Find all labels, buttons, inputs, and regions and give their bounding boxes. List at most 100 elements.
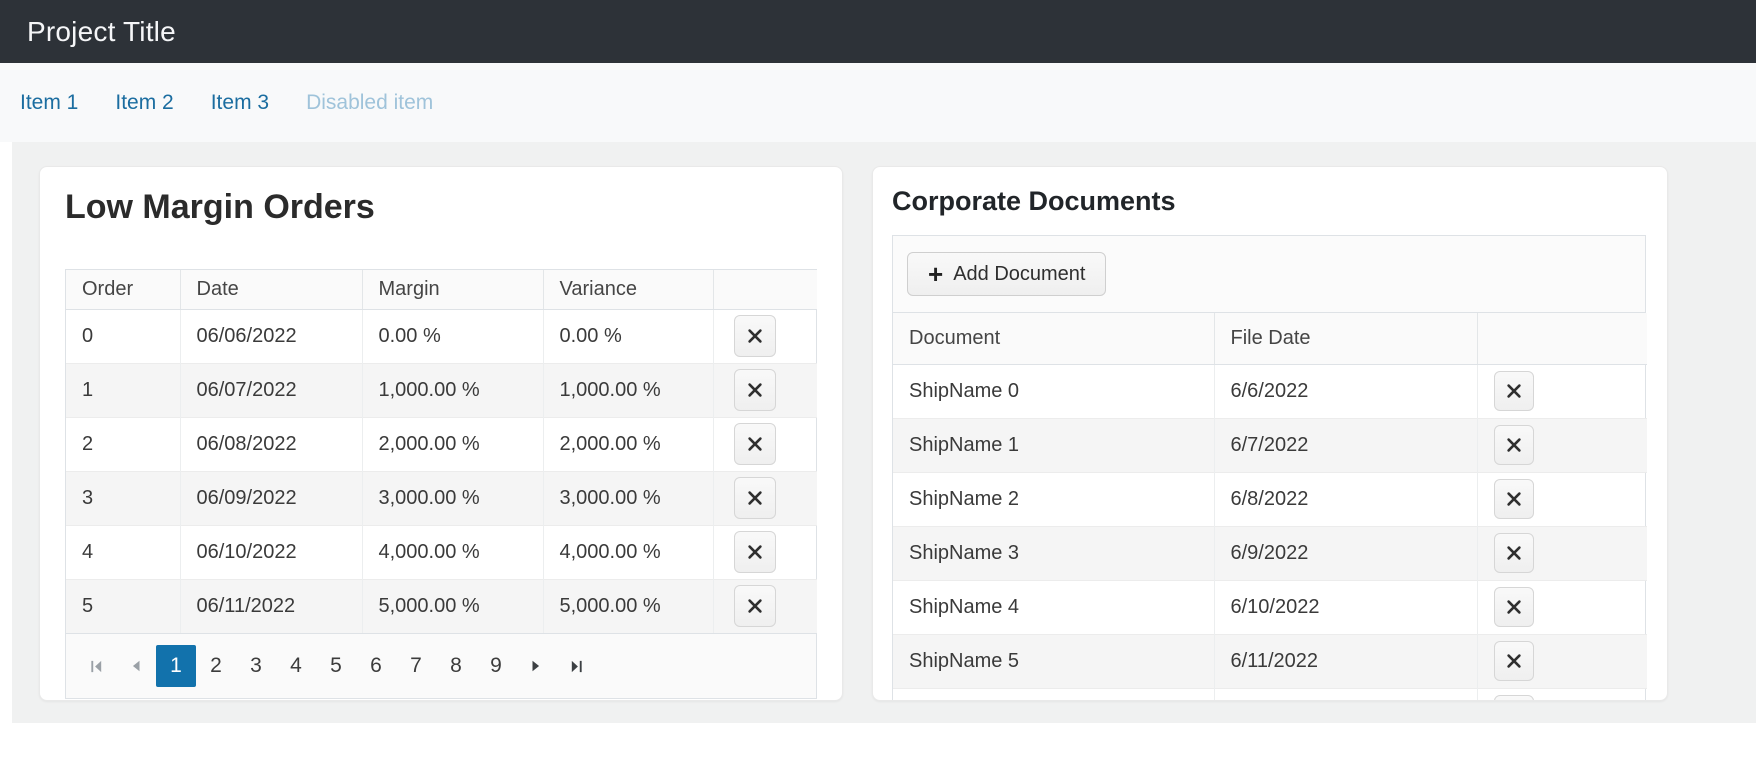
table-cell: 0 xyxy=(66,309,180,363)
add-document-button[interactable]: + Add Document xyxy=(907,252,1106,296)
orders-table-header-row: OrderDateMarginVariance xyxy=(66,270,817,309)
table-cell: 6/7/2022 xyxy=(1214,418,1477,472)
order-row: 406/10/20224,000.00 %4,000.00 % xyxy=(66,525,817,579)
x-icon xyxy=(1505,382,1523,400)
x-icon xyxy=(746,381,764,399)
table-cell: 0.00 % xyxy=(543,309,713,363)
document-row: ShipName 26/8/2022 xyxy=(893,472,1647,526)
documents-column-header-file-date: File Date xyxy=(1214,313,1477,364)
document-row: ShipName 06/6/2022 xyxy=(893,364,1647,418)
table-cell: 4 xyxy=(66,525,180,579)
table-cell: ShipName 4 xyxy=(893,580,1214,634)
last-page-icon[interactable] xyxy=(556,645,596,687)
orders-column-header-order: Order xyxy=(66,270,180,309)
nav-item-3[interactable]: Item 3 xyxy=(211,91,269,115)
x-icon xyxy=(1505,436,1523,454)
orders-pager: 123456789 xyxy=(66,633,816,698)
first-page-icon xyxy=(76,645,116,687)
table-cell: ShipName 5 xyxy=(893,634,1214,688)
delete-row-button[interactable] xyxy=(1494,641,1534,681)
nav-item-2[interactable]: Item 2 xyxy=(115,91,173,115)
delete-row-button[interactable] xyxy=(1494,695,1534,701)
next-page-icon[interactable] xyxy=(516,645,556,687)
table-cell: 1 xyxy=(66,363,180,417)
x-icon xyxy=(746,435,764,453)
orders-column-header-variance: Variance xyxy=(543,270,713,309)
table-cell: 06/07/2022 xyxy=(180,363,362,417)
documents-toolbar: + Add Document xyxy=(893,236,1645,313)
pager-page[interactable]: 8 xyxy=(436,645,476,687)
order-row: 106/07/20221,000.00 %1,000.00 % xyxy=(66,363,817,417)
pager-page[interactable]: 4 xyxy=(276,645,316,687)
table-cell: 6/9/2022 xyxy=(1214,526,1477,580)
delete-row-button[interactable] xyxy=(734,531,776,573)
table-cell: 6/10/2022 xyxy=(1214,580,1477,634)
document-row: ShipName 46/10/2022 xyxy=(893,580,1647,634)
delete-row-button[interactable] xyxy=(734,423,776,465)
orders-column-header-date: Date xyxy=(180,270,362,309)
pager-page[interactable]: 7 xyxy=(396,645,436,687)
table-cell: 3,000.00 % xyxy=(362,471,543,525)
table-cell: 6/11/2022 xyxy=(1214,634,1477,688)
row-actions-cell xyxy=(713,363,817,417)
delete-row-button[interactable] xyxy=(1494,371,1534,411)
row-actions-cell xyxy=(713,525,817,579)
table-cell: 06/10/2022 xyxy=(180,525,362,579)
pager-page[interactable]: 3 xyxy=(236,645,276,687)
delete-row-button[interactable] xyxy=(734,369,776,411)
orders-grid: OrderDateMarginVariance 006/06/2022 0.00 … xyxy=(65,269,817,699)
table-cell: ShipName 1 xyxy=(893,418,1214,472)
documents-column-header-document: Document xyxy=(893,313,1214,364)
row-actions-cell xyxy=(1477,526,1647,580)
table-cell: 6/8/2022 xyxy=(1214,472,1477,526)
orders-table: OrderDateMarginVariance 006/06/2022 0.00 … xyxy=(66,270,817,633)
delete-row-button[interactable] xyxy=(1494,425,1534,465)
low-margin-orders-card: Low Margin Orders OrderDateMarginVarianc… xyxy=(39,166,843,701)
x-icon xyxy=(746,327,764,345)
table-cell xyxy=(893,688,1214,701)
row-actions-cell xyxy=(1477,688,1647,701)
order-row: 006/06/20220.00 %0.00 % xyxy=(66,309,817,363)
nav-item-1[interactable]: Item 1 xyxy=(20,91,78,115)
document-row-partial xyxy=(893,688,1647,701)
row-actions-cell xyxy=(1477,472,1647,526)
pager-page[interactable]: 9 xyxy=(476,645,516,687)
table-cell: 1,000.00 % xyxy=(543,363,713,417)
table-cell xyxy=(1214,688,1477,701)
delete-row-button[interactable] xyxy=(734,585,776,627)
table-cell: 06/06/2022 xyxy=(180,309,362,363)
table-cell: 4,000.00 % xyxy=(362,525,543,579)
document-row: ShipName 16/7/2022 xyxy=(893,418,1647,472)
content-area: Low Margin Orders OrderDateMarginVarianc… xyxy=(12,142,1756,723)
main-nav: Item 1 Item 2 Item 3 Disabled item xyxy=(0,63,1756,142)
table-cell: 1,000.00 % xyxy=(362,363,543,417)
table-cell: 6/6/2022 xyxy=(1214,364,1477,418)
order-row: 506/11/20225,000.00 %5,000.00 % xyxy=(66,579,817,633)
delete-row-button[interactable] xyxy=(734,315,776,357)
x-icon xyxy=(1505,652,1523,670)
delete-row-button[interactable] xyxy=(1494,533,1534,573)
row-actions-cell xyxy=(713,579,817,633)
pager-page-active[interactable]: 1 xyxy=(156,645,196,687)
orders-column-header-actions xyxy=(713,270,817,309)
x-icon xyxy=(746,489,764,507)
table-cell: 5 xyxy=(66,579,180,633)
table-cell: 2,000.00 % xyxy=(543,417,713,471)
delete-row-button[interactable] xyxy=(1494,479,1534,519)
pager-page[interactable]: 2 xyxy=(196,645,236,687)
table-cell: 06/11/2022 xyxy=(180,579,362,633)
document-row: ShipName 56/11/2022 xyxy=(893,634,1647,688)
delete-row-button[interactable] xyxy=(734,477,776,519)
table-cell: 4,000.00 % xyxy=(543,525,713,579)
pager-page[interactable]: 5 xyxy=(316,645,356,687)
row-actions-cell xyxy=(713,309,817,363)
documents-table: DocumentFile Date ShipName 06/6/2022Ship… xyxy=(893,313,1647,701)
table-cell: ShipName 2 xyxy=(893,472,1214,526)
documents-table-header-row: DocumentFile Date xyxy=(893,313,1647,364)
table-cell: 2 xyxy=(66,417,180,471)
nav-item-4-disabled: Disabled item xyxy=(306,91,433,115)
table-cell: 06/09/2022 xyxy=(180,471,362,525)
pager-page[interactable]: 6 xyxy=(356,645,396,687)
x-icon xyxy=(1505,490,1523,508)
delete-row-button[interactable] xyxy=(1494,587,1534,627)
